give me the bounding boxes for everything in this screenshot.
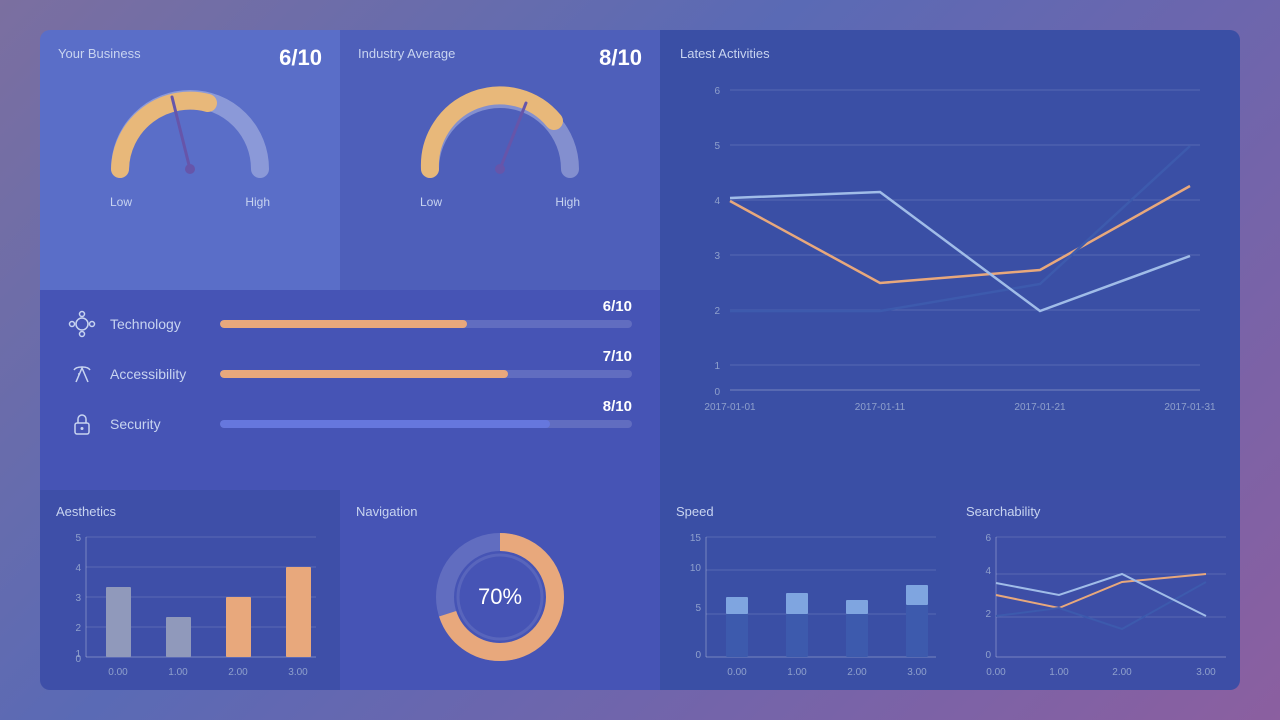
svg-text:2017-01-21: 2017-01-21 [1014,402,1066,413]
security-score: 8/10 [603,398,632,415]
technology-bar-wrap: 6/10 [220,320,632,328]
aesthetics-chart: 5 4 3 2 1 0 0.00 1.00 2.00 3. [56,527,324,687]
svg-text:2017-01-31: 2017-01-31 [1164,402,1216,413]
your-business-gauge: Low High [58,69,322,209]
svg-text:1.00: 1.00 [787,667,807,678]
svg-text:0: 0 [985,650,991,661]
svg-text:0.00: 0.00 [108,667,128,678]
svg-text:2017-01-11: 2017-01-11 [855,402,906,413]
metric-row-security: Security 8/10 [68,410,632,438]
svg-text:3: 3 [714,251,720,262]
svg-text:1: 1 [714,361,720,372]
svg-text:0: 0 [714,387,720,398]
accessibility-label: Accessibility [110,366,220,382]
accessibility-score: 7/10 [603,348,632,365]
svg-text:2: 2 [714,306,720,317]
svg-text:3: 3 [75,593,81,604]
svg-text:2.00: 2.00 [1112,667,1132,678]
activities-title: Latest Activities [680,46,1220,61]
security-icon [68,410,96,438]
metric-row-technology: Technology 6/10 [68,310,632,338]
svg-text:2: 2 [75,623,81,634]
bottom-row: Aesthetics 5 4 3 2 1 0 [40,490,1240,690]
aesthetics-panel: Aesthetics 5 4 3 2 1 0 [40,490,340,690]
latest-activities-panel: Latest Activities 6 5 4 3 2 1 0 2017-01-… [660,30,1240,490]
navigation-panel: Navigation 70% [340,490,660,690]
accessibility-icon [68,360,96,388]
your-business-panel: Your Business 6/10 Low High [40,30,340,290]
svg-text:2.00: 2.00 [847,667,867,678]
gauge-low-label: Low [110,195,132,209]
svg-text:3.00: 3.00 [1196,667,1216,678]
your-business-gauge-labels: Low High [110,195,270,209]
speed-panel: Speed 15 10 5 0 [660,490,950,690]
technology-bar-bg [220,320,632,328]
accessibility-bar-wrap: 7/10 [220,370,632,378]
searchability-chart: 6 4 2 0 0.00 1.00 2.00 3.00 [966,527,1234,687]
gauge-svg-industry [410,69,590,189]
technology-score: 6/10 [603,298,632,315]
navigation-title: Navigation [356,504,644,519]
technology-bar-fill [220,320,467,328]
searchability-title: Searchability [966,504,1224,519]
accessibility-bar-fill [220,370,508,378]
industry-gauge-high: High [555,195,580,209]
industry-gauge-low: Low [420,195,442,209]
industry-average-panel: Industry Average 8/10 Low High [340,30,660,290]
svg-text:5: 5 [75,533,81,544]
navigation-donut-wrap: 70% [356,527,644,667]
technology-label: Technology [110,316,220,332]
svg-text:2017-01-01: 2017-01-01 [704,402,756,413]
svg-text:5: 5 [695,603,701,614]
industry-gauge-labels: Low High [420,195,580,209]
technology-icon [68,310,96,338]
svg-text:1.00: 1.00 [168,667,188,678]
metric-row-accessibility: Accessibility 7/10 [68,360,632,388]
svg-text:3.00: 3.00 [288,667,308,678]
svg-text:5: 5 [714,141,720,152]
navigation-donut: 70% [425,522,575,672]
svg-text:2: 2 [985,609,991,620]
svg-text:0: 0 [75,654,81,665]
gauge-high-label: High [245,195,270,209]
searchability-panel: Searchability 6 4 2 0 0.00 [950,490,1240,690]
industry-gauge: Low High [358,69,642,209]
aesthetics-title: Aesthetics [56,504,324,519]
svg-text:15: 15 [690,533,702,544]
gauge-svg-your-biz [100,69,280,189]
svg-text:4: 4 [985,566,991,577]
svg-text:0.00: 0.00 [986,667,1006,678]
svg-text:4: 4 [714,196,720,207]
security-bar-bg [220,420,632,428]
speed-title: Speed [676,504,934,519]
svg-text:0.00: 0.00 [727,667,747,678]
security-bar-wrap: 8/10 [220,420,632,428]
security-label: Security [110,416,220,432]
activities-chart: 6 5 4 3 2 1 0 2017-01-01 2017-01-11 2017… [680,70,1220,440]
svg-text:3.00: 3.00 [907,667,927,678]
svg-text:6: 6 [714,86,720,97]
svg-text:70%: 70% [478,584,522,609]
svg-text:6: 6 [985,533,991,544]
svg-text:10: 10 [690,563,702,574]
svg-text:2.00: 2.00 [228,667,248,678]
svg-text:0: 0 [695,650,701,661]
metrics-panel: Technology 6/10 Accessibility 7/10 [40,290,660,490]
speed-chart: 15 10 5 0 [676,527,944,687]
svg-text:1.00: 1.00 [1049,667,1069,678]
accessibility-bar-bg [220,370,632,378]
industry-score: 8/10 [599,45,642,71]
security-bar-fill [220,420,550,428]
your-business-score: 6/10 [279,45,322,71]
svg-text:4: 4 [75,563,81,574]
